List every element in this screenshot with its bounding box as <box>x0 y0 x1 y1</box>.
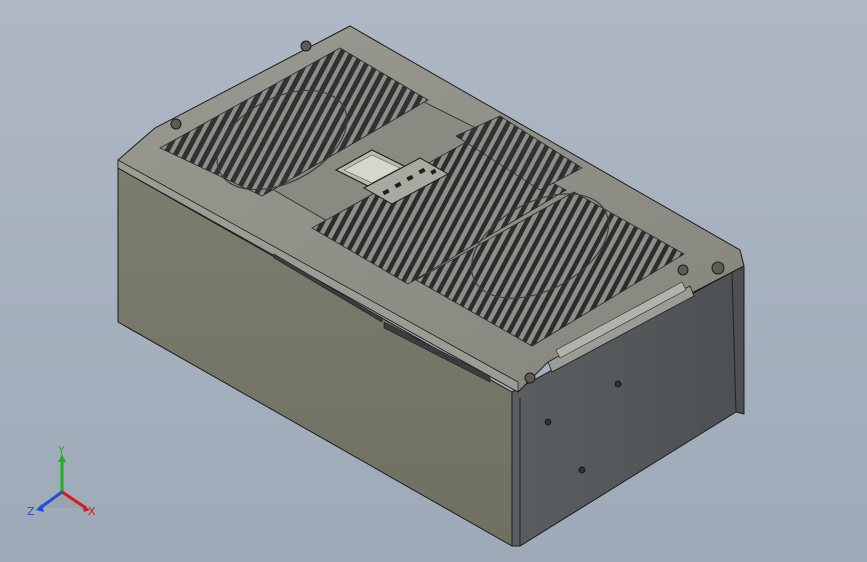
axis-triad: Y X Z <box>27 446 96 518</box>
y-axis-label: Y <box>57 446 65 457</box>
mounting-hole <box>300 40 312 52</box>
mounting-hole <box>524 372 536 384</box>
z-axis-label: Z <box>27 505 35 518</box>
3d-model-viewport[interactable] <box>0 0 867 562</box>
side-screw-hole <box>578 466 586 474</box>
side-screw-hole <box>614 380 622 388</box>
x-axis-label: X <box>88 505 96 518</box>
mounting-hole <box>170 118 182 130</box>
side-screw-hole <box>544 418 552 426</box>
mounting-hole <box>711 261 725 275</box>
mounting-hole <box>677 264 689 276</box>
